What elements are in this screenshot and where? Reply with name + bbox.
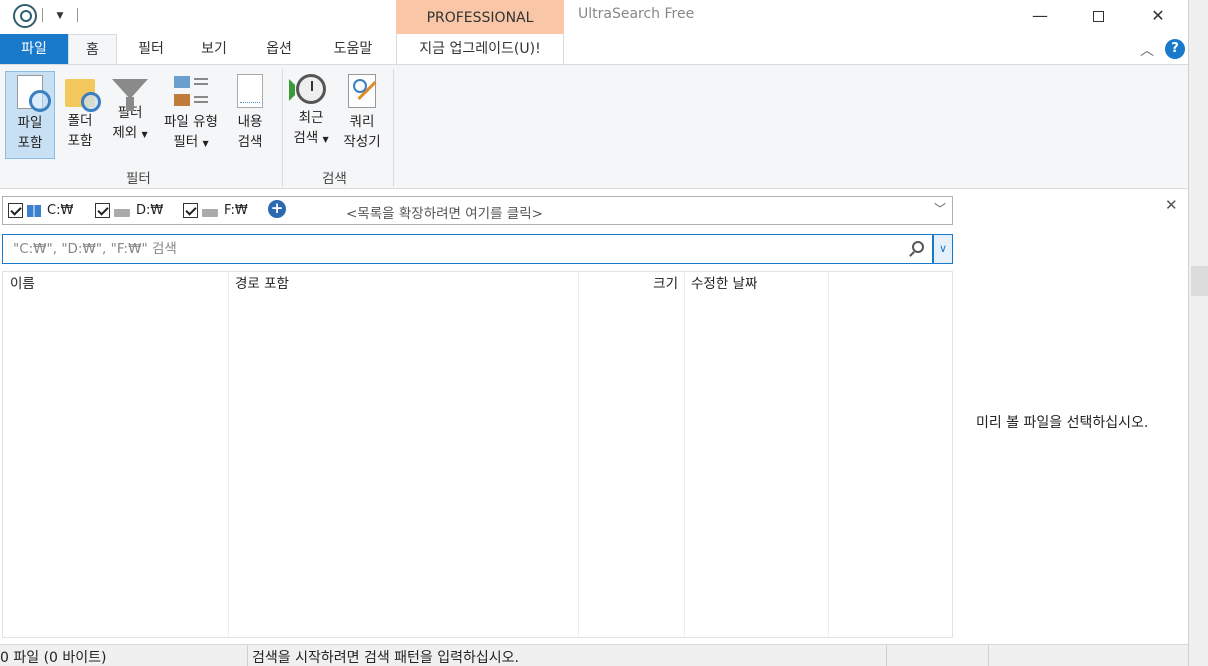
column-header-path[interactable]: 경로 포함: [228, 272, 578, 299]
ribbon-panel: 파일 포함 폴더 포함 필터 제외 ▼ 파일 유형 필터 ▼ 내용 검색 최근 …: [0, 64, 1188, 189]
search-box[interactable]: [2, 234, 933, 264]
expand-list-hint[interactable]: <목록을 확장하려면 여기를 클릭>: [346, 202, 543, 222]
hard-drive-icon: [202, 208, 218, 217]
preview-placeholder: 미리 볼 파일을 선택하십시오.: [976, 415, 1149, 431]
column-divider[interactable]: [828, 272, 829, 637]
include-folder-label-2: 포함: [67, 133, 93, 149]
dropdown-arrow-icon: ▼: [141, 130, 148, 139]
include-folder-label-1: 폴더: [67, 113, 93, 129]
close-button[interactable]: ✕: [1135, 0, 1181, 32]
close-preview-icon[interactable]: ✕: [1165, 196, 1178, 214]
file-types-icon: [174, 74, 208, 108]
drive-d-label: D:₩: [136, 203, 164, 218]
drive-f-label: F:₩: [224, 203, 248, 218]
exclude-filter-label-2: 제외: [112, 125, 138, 141]
tab-help[interactable]: 도움말: [320, 34, 386, 64]
status-divider: [247, 645, 248, 666]
status-bar: 0 파일 (0 바이트) 검색을 시작하려면 검색 패턴을 입력하십시오.: [0, 644, 1188, 666]
column-header-size[interactable]: 크기: [578, 272, 684, 299]
document-icon: [237, 74, 263, 108]
qat-customize-dropdown-icon[interactable]: ▼: [53, 8, 67, 24]
funnel-icon: [112, 79, 148, 111]
window-title: UltraSearch Free: [578, 6, 695, 22]
hard-drive-icon: [114, 208, 130, 217]
tab-home[interactable]: 홈: [68, 34, 117, 66]
add-location-icon[interactable]: +: [268, 200, 286, 218]
group-label-filter: 필터: [126, 171, 151, 187]
windows-drive-icon: [27, 204, 41, 217]
dropdown-arrow-icon: ▼: [322, 135, 329, 144]
column-divider[interactable]: [684, 272, 685, 637]
maximize-button[interactable]: [1075, 0, 1121, 32]
title-bar: ▼ PROFESSIONAL UltraSearch Free — ✕: [0, 0, 1188, 34]
maximize-icon: [1092, 11, 1104, 22]
tab-file[interactable]: 파일: [0, 34, 68, 64]
status-file-count: 0 파일 (0 바이트): [0, 650, 107, 666]
drive-c-label: C:₩: [47, 203, 74, 218]
content-search-button[interactable]: 내용 검색: [228, 71, 272, 159]
status-message: 검색을 시작하려면 검색 패턴을 입력하십시오.: [252, 650, 519, 666]
query-builder-button[interactable]: 쿼리 작성기: [337, 71, 387, 159]
drive-d-item[interactable]: D:₩: [95, 202, 163, 220]
minimize-button[interactable]: —: [1017, 0, 1063, 32]
qat-separator: [42, 8, 43, 22]
dropdown-arrow-icon: ▼: [202, 139, 209, 148]
chevron-down-icon[interactable]: ﹀: [934, 200, 946, 217]
include-file-label-2: 포함: [17, 135, 43, 151]
search-input[interactable]: [13, 239, 893, 259]
app-logo-icon[interactable]: [13, 4, 37, 28]
collapse-ribbon-icon[interactable]: ︿: [1140, 40, 1154, 60]
scrollbar-thumb[interactable]: [1191, 266, 1208, 296]
recent-search-label-2: 검색: [293, 130, 319, 146]
file-search-icon: [17, 75, 51, 112]
query-builder-label-2: 작성기: [343, 134, 381, 150]
exclude-filter-button[interactable]: 필터 제외 ▼: [105, 71, 155, 159]
column-header-modified[interactable]: 수정한 날짜: [684, 272, 828, 299]
history-clock-icon: [289, 74, 326, 104]
group-label-search: 검색: [322, 171, 347, 187]
tab-filter[interactable]: 필터: [124, 34, 178, 64]
recent-search-label-1: 최근: [298, 110, 324, 126]
status-divider: [886, 645, 887, 666]
include-folder-button[interactable]: 폴더 포함: [58, 71, 102, 159]
drive-selection-bar[interactable]: C:₩ D:₩ F:₩ + <목록을 확장하려면 여기를 클릭> ﹀: [2, 196, 953, 225]
file-type-filter-label-1: 파일 유형: [164, 114, 218, 130]
status-divider: [988, 645, 989, 666]
tab-view[interactable]: 보기: [187, 34, 241, 64]
recent-search-button[interactable]: 최근 검색 ▼: [288, 71, 334, 159]
tab-options[interactable]: 옵션: [252, 34, 306, 64]
folder-search-icon: [65, 79, 101, 112]
file-type-filter-button[interactable]: 파일 유형 필터 ▼: [156, 71, 226, 159]
group-divider: [282, 69, 283, 187]
drive-f-item[interactable]: F:₩: [183, 202, 248, 220]
drive-c-item[interactable]: C:₩: [8, 202, 73, 220]
search-history-dropdown[interactable]: ∨: [933, 234, 953, 264]
results-list[interactable]: 이름 경로 포함 크기 수정한 날짜: [2, 271, 953, 638]
qat-separator: [77, 8, 78, 22]
help-icon[interactable]: ?: [1165, 39, 1185, 59]
column-divider[interactable]: [228, 272, 229, 637]
professional-context-label: PROFESSIONAL: [396, 0, 564, 34]
drive-d-checkbox[interactable]: [95, 203, 110, 218]
tab-upgrade[interactable]: 지금 업그레이드(U)!: [396, 34, 564, 64]
content-search-label-2: 검색: [237, 134, 263, 150]
query-builder-label-1: 쿼리: [349, 114, 375, 130]
ribbon-tab-row: 파일 홈 필터 보기 옵션 도움말 지금 업그레이드(U)! ︿ ?: [0, 34, 1188, 66]
file-type-filter-label-2: 필터: [173, 134, 199, 150]
query-builder-icon: [348, 74, 376, 108]
column-divider[interactable]: [578, 272, 579, 637]
drive-f-checkbox[interactable]: [183, 203, 198, 218]
content-search-label-1: 내용: [237, 114, 263, 130]
window-edge: [1188, 0, 1208, 666]
include-file-label-1: 파일: [17, 115, 43, 131]
column-header-name[interactable]: 이름: [3, 272, 228, 299]
group-divider: [393, 69, 394, 187]
drive-c-checkbox[interactable]: [8, 203, 23, 218]
search-icon[interactable]: [912, 241, 924, 253]
include-file-button[interactable]: 파일 포함: [5, 71, 55, 159]
